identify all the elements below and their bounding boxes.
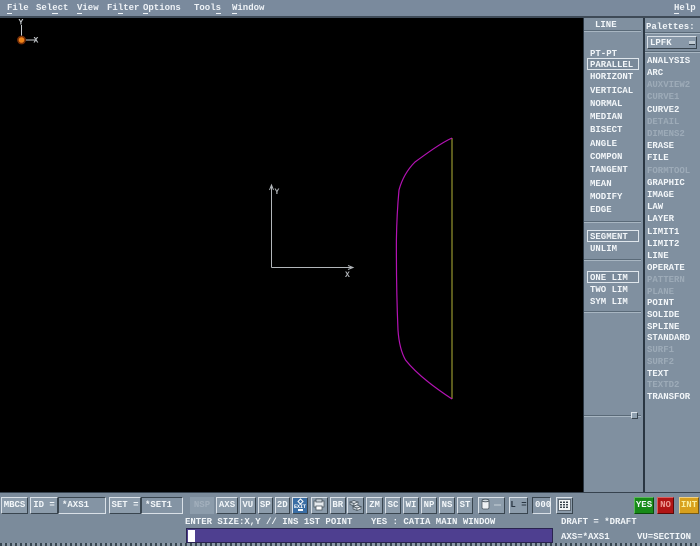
svg-text:Y: Y xyxy=(275,188,280,197)
svg-text:Y: Y xyxy=(19,19,24,28)
svg-text:X: X xyxy=(345,271,350,280)
svg-text:X: X xyxy=(34,37,39,46)
